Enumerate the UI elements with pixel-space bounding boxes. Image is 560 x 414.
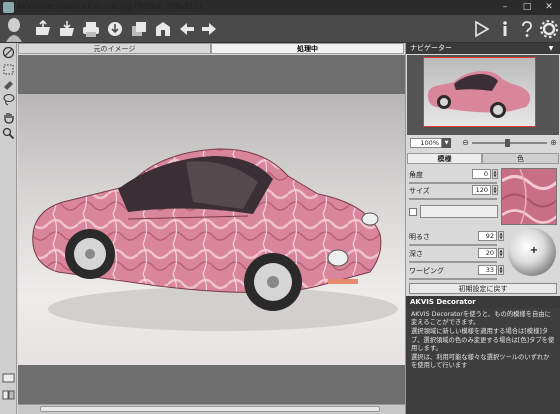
help-text-box: AKVIS Decoratorを使うと、もの的模様を自由に変えることができます。… bbox=[406, 308, 560, 414]
scrollbar-thumb[interactable] bbox=[40, 406, 380, 412]
help-paragraph-1: AKVIS Decoratorを使うと、もの的模様を自由に変えることができます。 bbox=[411, 311, 551, 327]
warping-field[interactable]: 33 bbox=[478, 265, 497, 275]
brightness-field[interactable]: 92 bbox=[478, 231, 497, 241]
depth-label: 深さ bbox=[409, 250, 423, 258]
depth-field[interactable]: 20 bbox=[478, 248, 497, 258]
save-file-icon[interactable] bbox=[57, 19, 77, 39]
print-icon[interactable] bbox=[81, 19, 101, 39]
zoom-dropdown-icon[interactable]: ▼ bbox=[442, 138, 451, 148]
batch-icon[interactable] bbox=[129, 19, 149, 39]
tab-before[interactable]: 元のイメージ bbox=[18, 43, 211, 54]
lasso-icon[interactable] bbox=[2, 93, 15, 106]
warping-stepper[interactable]: ▲ ▼ bbox=[498, 265, 504, 275]
result-image[interactable] bbox=[18, 94, 405, 365]
play-icon[interactable] bbox=[471, 19, 491, 39]
brightness-slider[interactable] bbox=[409, 244, 497, 246]
warping-slider[interactable] bbox=[409, 278, 497, 280]
size-stepper[interactable]: ▲ ▼ bbox=[492, 185, 498, 195]
texture-preview[interactable] bbox=[501, 168, 557, 225]
arrow-left-icon[interactable] bbox=[177, 19, 197, 39]
zoom-in-icon[interactable]: ⊕ bbox=[549, 138, 558, 148]
info-icon[interactable] bbox=[495, 19, 515, 39]
angle-field[interactable]: 0 bbox=[472, 169, 491, 179]
size-label: サイズ bbox=[409, 187, 430, 195]
zoom-out-icon[interactable]: ⊖ bbox=[461, 138, 470, 148]
help-icon[interactable] bbox=[517, 19, 537, 39]
light-source-marker[interactable]: + bbox=[529, 246, 539, 256]
navigator-frame[interactable] bbox=[423, 57, 536, 127]
tab-texture[interactable]: 模様 bbox=[407, 153, 482, 164]
depth-stepper[interactable]: ▲ ▼ bbox=[498, 248, 504, 258]
angle-stepper[interactable]: ▲ ▼ bbox=[492, 169, 498, 179]
gear-icon[interactable] bbox=[539, 19, 559, 39]
warping-label: ワーピング bbox=[409, 267, 444, 275]
size-field[interactable]: 120 bbox=[472, 185, 491, 195]
minimize-button[interactable]: – bbox=[494, 0, 516, 15]
help-paragraph-3: 選択は、利用可能な様々な選択ツールのいずれかを使用して行います bbox=[411, 354, 550, 370]
brightness-stepper[interactable]: ▲ ▼ bbox=[498, 231, 504, 241]
zoom-slider-handle[interactable] bbox=[505, 139, 510, 147]
selection-brush-icon[interactable] bbox=[2, 46, 15, 59]
help-title: AKVIS Decorator bbox=[406, 296, 560, 308]
share-icon[interactable] bbox=[105, 19, 125, 39]
texture-checkbox[interactable] bbox=[409, 208, 417, 216]
texture-field[interactable] bbox=[420, 205, 498, 218]
depth-slider[interactable] bbox=[409, 261, 497, 263]
zoom-field[interactable]: 100% bbox=[410, 138, 442, 148]
view-toggle-icon[interactable] bbox=[2, 371, 15, 384]
close-button[interactable]: ✕ bbox=[538, 0, 560, 15]
tab-color[interactable]: 色 bbox=[482, 153, 559, 164]
open-file-icon[interactable] bbox=[33, 19, 53, 39]
arrow-right-icon[interactable] bbox=[199, 19, 219, 39]
maximize-button[interactable]: □ bbox=[516, 0, 538, 15]
angle-label: 角度 bbox=[409, 171, 423, 179]
collapse-icon[interactable]: ▼ bbox=[545, 43, 557, 54]
rectangle-select-icon[interactable] bbox=[2, 63, 15, 76]
navigator-header: ナビゲーター bbox=[406, 43, 560, 54]
reset-defaults-button[interactable]: 初期設定に戻す bbox=[409, 283, 557, 294]
hand-icon[interactable] bbox=[2, 111, 15, 124]
zoom-icon[interactable] bbox=[2, 127, 15, 140]
help-paragraph-2: 選択領域に新しい模様を適用する場合は[模様]タブ、選択領域の色のみ変更する場合は… bbox=[411, 328, 555, 352]
brightness-label: 明るさ bbox=[409, 233, 430, 241]
akvis-logo-icon bbox=[2, 16, 26, 42]
presets-icon[interactable] bbox=[153, 19, 173, 39]
angle-slider[interactable] bbox=[409, 182, 497, 184]
tab-after[interactable]: 処理中 bbox=[211, 43, 404, 54]
app-icon bbox=[3, 2, 14, 13]
size-slider[interactable] bbox=[409, 198, 497, 200]
compare-view-icon[interactable] bbox=[2, 388, 15, 401]
window-title: AKVIS Decorator v.6.0 - car.jpg (RGB/8, … bbox=[17, 2, 202, 11]
eraser-icon[interactable] bbox=[2, 78, 15, 91]
